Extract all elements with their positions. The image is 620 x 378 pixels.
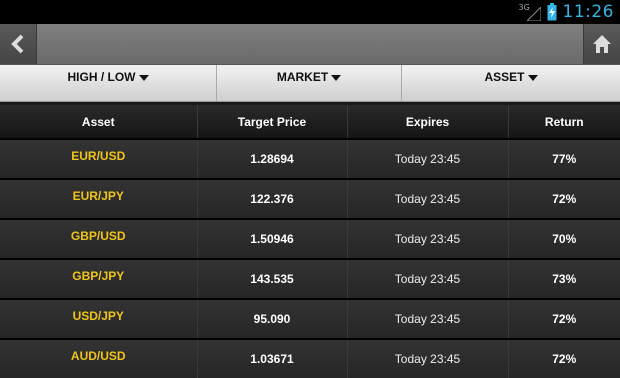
expires-cell: Today 23:45: [347, 258, 509, 299]
network-indicator: 3G: [519, 0, 541, 24]
target-price-cell: 1.28694: [197, 138, 348, 179]
filter-high-low-label: HIGH / LOW: [67, 70, 136, 84]
caret-down-icon: [331, 75, 342, 81]
return-cell: 77%: [508, 138, 620, 179]
asset-cell: GBP/JPY: [0, 258, 198, 299]
table-row[interactable]: EUR/JPY 122.376 Today 23:45 72%: [0, 178, 620, 219]
expires-cell: Today 23:45: [347, 298, 509, 339]
expires-cell: Today 23:45: [347, 218, 509, 259]
target-price-cell: 95.090: [197, 298, 348, 339]
battery-icon: [547, 3, 557, 21]
asset-cell: EUR/JPY: [0, 178, 198, 219]
target-price-cell: 1.50946: [197, 218, 348, 259]
asset-cell: USD/JPY: [0, 298, 198, 339]
home-button[interactable]: [583, 24, 620, 64]
table-row[interactable]: EUR/USD 1.28694 Today 23:45 77%: [0, 138, 620, 179]
status-indicators: 3G 11:26: [519, 0, 615, 24]
column-header-return[interactable]: Return: [508, 105, 620, 140]
assets-table: Asset Target Price Expires Return EUR/US…: [0, 105, 620, 378]
table-row[interactable]: USD/JPY 95.090 Today 23:45 72%: [0, 298, 620, 339]
top-toolbar: [0, 24, 620, 65]
asset-cell: EUR/USD: [0, 138, 198, 179]
status-bar: 3G 11:26: [0, 0, 620, 24]
expires-cell: Today 23:45: [347, 178, 509, 219]
column-header-expires[interactable]: Expires: [347, 105, 509, 140]
caret-down-icon: [138, 75, 149, 81]
column-header-target-price[interactable]: Target Price: [197, 105, 348, 140]
expires-cell: Today 23:45: [347, 338, 509, 378]
table-row[interactable]: AUD/USD 1.03671 Today 23:45 72%: [0, 338, 620, 378]
table-header-row: Asset Target Price Expires Return: [0, 105, 620, 140]
filter-market-label: MARKET: [276, 70, 329, 84]
target-price-cell: 1.03671: [197, 338, 348, 378]
target-price-cell: 122.376: [197, 178, 348, 219]
column-header-asset[interactable]: Asset: [0, 105, 198, 140]
home-icon: [593, 35, 611, 53]
asset-cell: AUD/USD: [0, 338, 198, 378]
table-row[interactable]: GBP/JPY 143.535 Today 23:45 73%: [0, 258, 620, 299]
signal-icon: [526, 7, 541, 21]
caret-down-icon: [527, 75, 538, 81]
back-button[interactable]: [0, 24, 37, 64]
return-cell: 72%: [508, 178, 620, 219]
return-cell: 70%: [508, 218, 620, 259]
filter-bar: HIGH / LOW MARKET ASSET: [0, 65, 620, 102]
target-price-cell: 143.535: [197, 258, 348, 299]
return-cell: 72%: [508, 338, 620, 378]
filter-market-dropdown[interactable]: MARKET: [217, 65, 402, 101]
return-cell: 72%: [508, 298, 620, 339]
table-row[interactable]: GBP/USD 1.50946 Today 23:45 70%: [0, 218, 620, 259]
filter-asset-dropdown[interactable]: ASSET: [402, 65, 620, 101]
expires-cell: Today 23:45: [347, 138, 509, 179]
asset-cell: GBP/USD: [0, 218, 198, 259]
filter-high-low-dropdown[interactable]: HIGH / LOW: [0, 65, 217, 101]
return-cell: 73%: [508, 258, 620, 299]
filter-asset-label: ASSET: [484, 70, 525, 84]
chevron-left-icon: [11, 34, 24, 54]
status-clock: 11:26: [562, 2, 614, 22]
